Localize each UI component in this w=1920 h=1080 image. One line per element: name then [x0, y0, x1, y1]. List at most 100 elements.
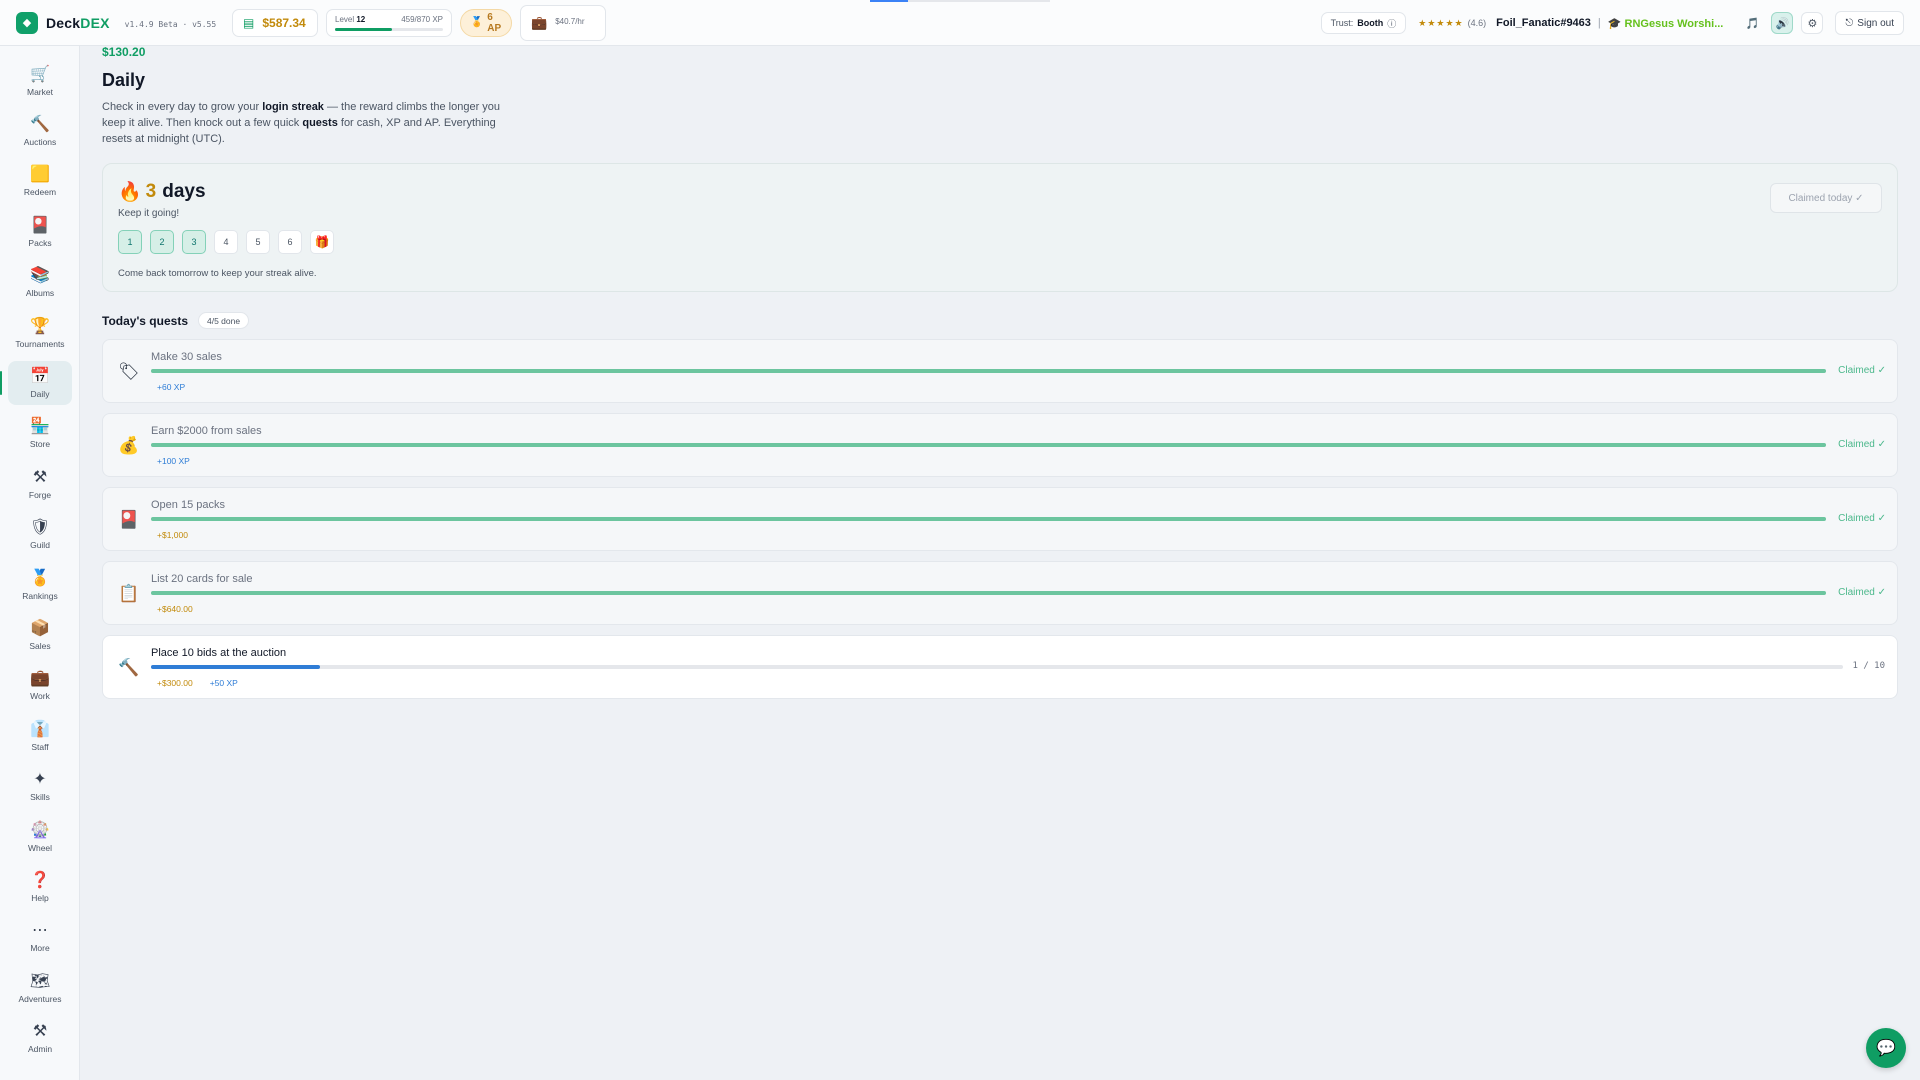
- xp-progress-bar: [335, 27, 443, 31]
- quest-icon: 🔨: [118, 658, 140, 677]
- music-icon: 🎵: [1745, 17, 1760, 30]
- quest-reward: +100 XP: [157, 456, 190, 466]
- page-loading-bar: [870, 0, 1050, 2]
- sidebar-item-label: Work: [30, 691, 50, 702]
- sidebar-item-sales[interactable]: 📦 Sales: [8, 613, 72, 657]
- sidebar-item-store[interactable]: 🏪 Store: [8, 412, 72, 456]
- quest-claimed-status: Claimed ✓: [1838, 365, 1886, 376]
- page-title: Daily: [102, 70, 146, 90]
- sidebar-forge-icon: ⚒: [32, 468, 48, 486]
- sidebar-item-admin[interactable]: ⚒ Admin: [8, 1017, 72, 1061]
- sign-out-icon: ⎋: [1845, 17, 1854, 29]
- sign-out-button[interactable]: ⎋ Sign out: [1835, 11, 1904, 35]
- music-button[interactable]: 🎵: [1741, 12, 1763, 34]
- quest-rewards: +$1,000: [157, 530, 188, 540]
- quest-rewards: +$300.00 +50 XP: [157, 678, 238, 688]
- streak-day: 4: [214, 230, 238, 254]
- sidebar-item-label: Admin: [27, 1044, 53, 1055]
- sidebar-item-label: Rankings: [22, 590, 58, 601]
- sidebar-item-skills[interactable]: ✦ Skills: [8, 765, 72, 809]
- sidebar-item-help[interactable]: ❓ Help: [8, 865, 72, 909]
- gift-icon: 🎁: [310, 230, 334, 254]
- sidebar-item-packs[interactable]: 🎴 Packs: [8, 210, 72, 254]
- sidebar-more-icon: ⋯: [32, 922, 48, 940]
- quest-title: Make 30 sales: [151, 351, 222, 363]
- sidebar-item-label: Guild: [30, 540, 50, 551]
- sidebar-admin-icon: ⚒: [32, 1023, 48, 1041]
- sidebar-item-redeem[interactable]: 🟨 Redeem: [8, 160, 72, 204]
- sidebar-item-work[interactable]: 💼 Work: [8, 664, 72, 708]
- sidebar: 🛒 Market 🔨 Auctions 🟨 Redeem 🎴 Packs 📚 Albums 🏆 Tou…: [0, 46, 80, 1080]
- sidebar-item-guild[interactable]: 🛡 Guild: [8, 513, 72, 557]
- quest-row[interactable]: 🎴 Open 15 packs +$1,000 Claimed ✓: [102, 487, 1898, 551]
- income-indicator[interactable]: 💼 $130.20 $40.7/hr: [102, 4, 606, 59]
- sidebar-item-tournaments[interactable]: 🏆 Tournaments: [8, 311, 72, 355]
- sidebar-item-auctions[interactable]: 🔨 Auctions: [8, 109, 72, 153]
- sidebar-item-label: Forge: [28, 489, 52, 500]
- streak-day: 6: [278, 230, 302, 254]
- quest-reward: +$1,000: [157, 530, 188, 540]
- separator: |: [1597, 17, 1601, 29]
- sidebar-store-icon: 🏪: [30, 418, 50, 436]
- sidebar-item-wheel[interactable]: 🎡 Wheel: [8, 815, 72, 859]
- level-indicator[interactable]: Level 12 459/870 XP: [326, 8, 452, 37]
- ap-value: 6 AP: [487, 11, 502, 34]
- sidebar-wheel-icon: 🎡: [30, 821, 50, 839]
- quest-row[interactable]: 🔨 Place 10 bids at the auction +$300.00 +50…: [102, 635, 1898, 699]
- cash-value: $587.34: [262, 15, 306, 30]
- sidebar-item-label: Staff: [31, 741, 49, 752]
- streak-day: 5: [246, 230, 270, 254]
- sidebar-rankings-icon: 🏅: [30, 569, 50, 587]
- sidebar-help-icon: ❓: [30, 871, 50, 889]
- settings-button[interactable]: ⚙: [1801, 12, 1824, 34]
- sidebar-work-icon: 💼: [30, 670, 50, 688]
- top-bar: ◆ DeckDEX v1.4.9 Beta · v5.55 ▤ $587.34 …: [0, 0, 1920, 59]
- player-title[interactable]: 🎓 RNGesus Worshi...: [1608, 17, 1724, 30]
- sidebar-guild-icon: 🛡: [29, 519, 51, 537]
- quest-progress-bar: [151, 443, 1826, 447]
- sidebar-skills-icon: ✦: [33, 771, 47, 789]
- quest-rewards: +100 XP: [157, 456, 190, 466]
- username[interactable]: Foil_Fanatic#9463: [1496, 17, 1591, 29]
- streak-day: 3: [182, 230, 206, 254]
- quest-row[interactable]: 💰 Earn $2000 from sales +100 XP Claimed ✓: [102, 413, 1898, 477]
- quest-claimed-status: Claimed ✓: [1838, 439, 1886, 450]
- sidebar-item-daily[interactable]: 📅 Daily: [0, 361, 72, 406]
- sidebar-item-market[interactable]: 🛒 Market: [8, 59, 72, 103]
- sidebar-item-forge[interactable]: ⚒ Forge: [8, 462, 72, 506]
- sidebar-item-label: Daily: [30, 388, 50, 399]
- chat-button[interactable]: 💬: [1866, 1028, 1906, 1068]
- sidebar-item-label: Sales: [29, 640, 51, 651]
- rating-value: (4.6): [1467, 18, 1487, 28]
- sidebar-item-rankings[interactable]: 🏅 Rankings: [8, 563, 72, 607]
- sidebar-item-staff[interactable]: 👔 Staff: [8, 714, 72, 758]
- sidebar-staff-icon: 👔: [30, 720, 50, 738]
- quest-icon: 📋: [118, 584, 140, 603]
- trust-value: Booth: [1357, 18, 1384, 28]
- main-content: Daily Check in every day to grow your lo…: [102, 46, 1898, 699]
- streak-day: 2: [150, 230, 174, 254]
- sidebar-item-label: Albums: [25, 288, 55, 299]
- sidebar-item-more[interactable]: ⋯ More: [8, 916, 72, 960]
- quest-row[interactable]: 🏷 Make 30 sales +60 XP Claimed ✓: [102, 339, 1898, 403]
- quest-title: Earn $2000 from sales: [151, 425, 262, 437]
- cash-balance[interactable]: ▤ $587.34: [232, 8, 318, 37]
- trust-badge[interactable]: Trust: Booth ⓘ: [1320, 12, 1407, 34]
- quest-row[interactable]: 📋 List 20 cards for sale +$640.00 Claimed ✓: [102, 561, 1898, 625]
- sidebar-albums-icon: 📚: [30, 267, 50, 285]
- ap-badge[interactable]: 🏅 6 AP: [460, 8, 512, 37]
- brand[interactable]: ◆ DeckDEX v1.4.9 Beta · v5.55: [16, 11, 232, 34]
- sidebar-market-icon: 🛒: [30, 65, 50, 83]
- sidebar-item-adventures[interactable]: 🗺 Adventures: [8, 966, 72, 1010]
- claimed-today-button[interactable]: Claimed today ✓: [1770, 183, 1882, 213]
- sidebar-item-label: Wheel: [27, 842, 53, 853]
- app-version: v1.4.9 Beta · v5.55: [124, 20, 217, 29]
- quests-count-badge: 4/5 done: [198, 312, 250, 329]
- title-icon: 🎓: [1607, 17, 1622, 30]
- sidebar-item-albums[interactable]: 📚 Albums: [8, 261, 72, 305]
- sidebar-sales-icon: 📦: [30, 619, 50, 637]
- streak-note: Come back tomorrow to keep your streak a…: [118, 268, 317, 279]
- sound-toggle[interactable]: 🔊: [1771, 12, 1794, 34]
- streak-day: 1: [118, 230, 142, 254]
- sidebar-auctions-icon: 🔨: [30, 115, 50, 133]
